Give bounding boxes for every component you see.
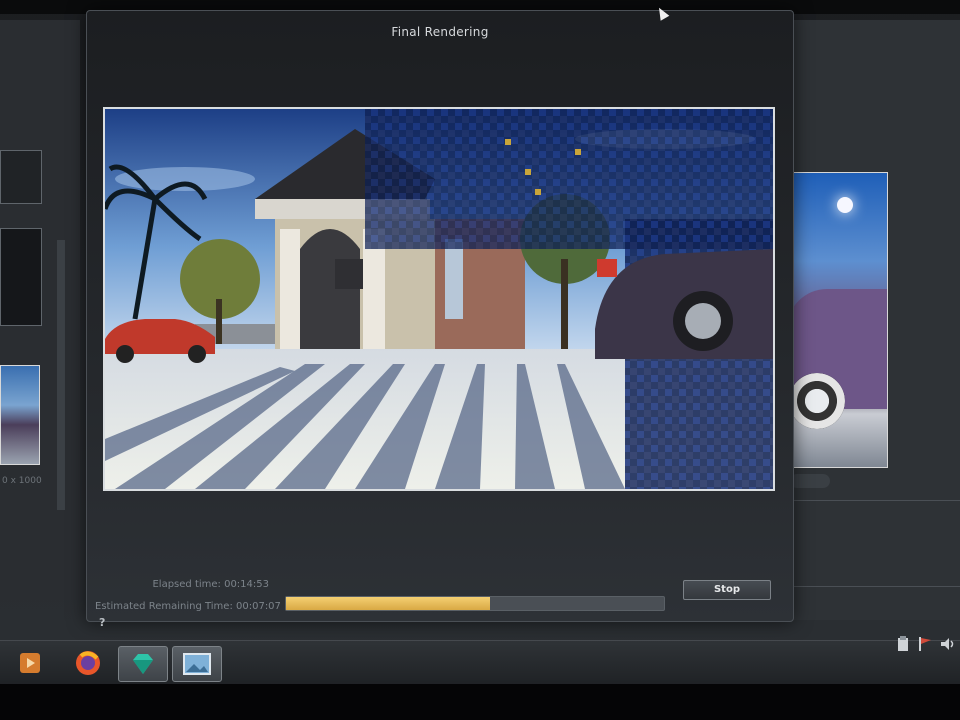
wheel-shape	[789, 373, 845, 429]
right-scrollbar[interactable]	[790, 474, 830, 488]
clipboard-icon[interactable]	[896, 636, 910, 654]
firefox-icon	[76, 651, 100, 675]
taskbar-app-gem[interactable]	[118, 646, 168, 682]
flag-icon[interactable]	[918, 636, 932, 654]
progress-fill	[286, 597, 491, 610]
render-progress-bar	[285, 596, 665, 611]
taskbar-app-media-player[interactable]	[6, 646, 54, 680]
gem-app-icon	[133, 654, 153, 674]
moon-shape	[837, 197, 853, 213]
media-player-icon	[20, 653, 40, 673]
left-thumbnail-3[interactable]	[0, 365, 40, 465]
right-divider-lower	[786, 586, 960, 587]
final-rendering-dialog: Final Rendering Elapsed time: 00:14:53 E…	[86, 10, 794, 629]
monitor-bezel-bottom	[0, 684, 960, 720]
left-thumbnail-1[interactable]	[0, 150, 42, 204]
left-scrollbar[interactable]	[57, 240, 65, 510]
render-preview	[103, 107, 775, 491]
taskbar-app-image-viewer[interactable]	[172, 646, 222, 682]
help-icon[interactable]: ?	[99, 616, 105, 629]
render-image	[105, 109, 773, 489]
remaining-time-label: Estimated Remaining Time: 00:07:07	[95, 601, 281, 612]
desktop-screen: 0 x 1000 Final Rendering Elapsed time: 0…	[0, 0, 960, 720]
elapsed-time-label: Elapsed time: 00:14:53	[152, 579, 269, 590]
right-divider	[786, 500, 960, 501]
left-resolution-label: 0 x 1000	[2, 476, 42, 486]
stop-button[interactable]: Stop	[683, 580, 771, 600]
taskbar-app-firefox[interactable]	[64, 646, 112, 680]
image-viewer-icon	[183, 653, 211, 675]
dialog-title: Final Rendering	[391, 25, 489, 39]
left-thumbnail-2[interactable]	[0, 228, 42, 326]
volume-icon[interactable]	[940, 636, 956, 654]
